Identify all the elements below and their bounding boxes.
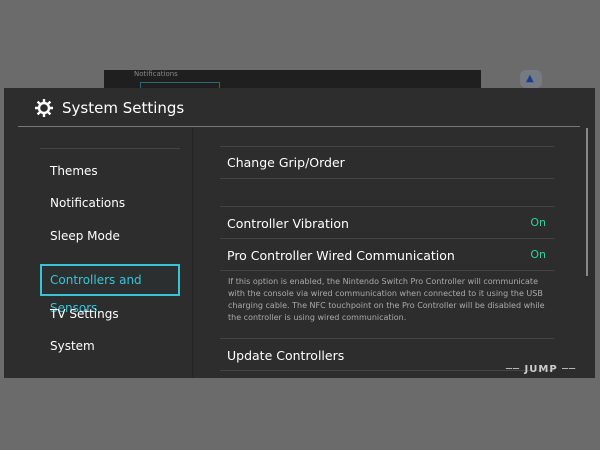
divider	[220, 338, 554, 339]
system-settings-panel: System Settings amiibo Themes Notificati…	[4, 88, 595, 378]
header: System Settings	[34, 98, 184, 118]
change-grip-order-button[interactable]: Change Grip/Order	[227, 155, 561, 170]
divider	[220, 270, 554, 271]
column-divider	[192, 128, 193, 378]
sidebar-item-tv-settings[interactable]: TV Settings	[50, 307, 119, 321]
divider	[220, 206, 554, 207]
sidebar: Themes Notifications Sleep Mode Controll…	[4, 128, 192, 378]
header-divider	[18, 126, 580, 127]
pro-controller-wired-label: Pro Controller Wired Communication	[227, 248, 455, 263]
sidebar-item-system[interactable]: System	[50, 339, 95, 353]
sidebar-item-controllers-and-sensors[interactable]: Controllers and Sensors	[40, 264, 180, 315]
divider	[220, 178, 554, 179]
page-title: System Settings	[62, 99, 185, 117]
background-menu-label: Notifications	[134, 70, 178, 78]
controller-vibration-toggle[interactable]: Controller Vibration On	[220, 216, 554, 232]
sidebar-item-sleep-mode[interactable]: Sleep Mode	[50, 229, 120, 243]
background-window: Notifications	[104, 70, 481, 94]
scroll-up-button[interactable]: ▲	[520, 70, 542, 88]
sidebar-item-notifications[interactable]: Notifications	[50, 196, 125, 210]
pro-controller-wired-toggle[interactable]: Pro Controller Wired Communication On	[220, 248, 554, 264]
pro-controller-wired-status: On	[530, 248, 546, 261]
gear-icon	[35, 99, 53, 117]
scrollbar[interactable]	[586, 128, 588, 276]
sidebar-divider	[40, 148, 180, 149]
watermark: ── JUMP ──	[506, 364, 577, 375]
divider	[220, 370, 554, 371]
controller-vibration-status: On	[530, 216, 546, 229]
triangle-up-icon: ▲	[526, 73, 534, 84]
sidebar-item-themes[interactable]: Themes	[50, 164, 98, 178]
update-controllers-button[interactable]: Update Controllers	[227, 348, 561, 363]
divider	[220, 146, 554, 147]
divider	[220, 238, 554, 239]
controller-vibration-label: Controller Vibration	[227, 216, 349, 231]
wired-description: If this option is enabled, the Nintendo …	[228, 277, 545, 322]
